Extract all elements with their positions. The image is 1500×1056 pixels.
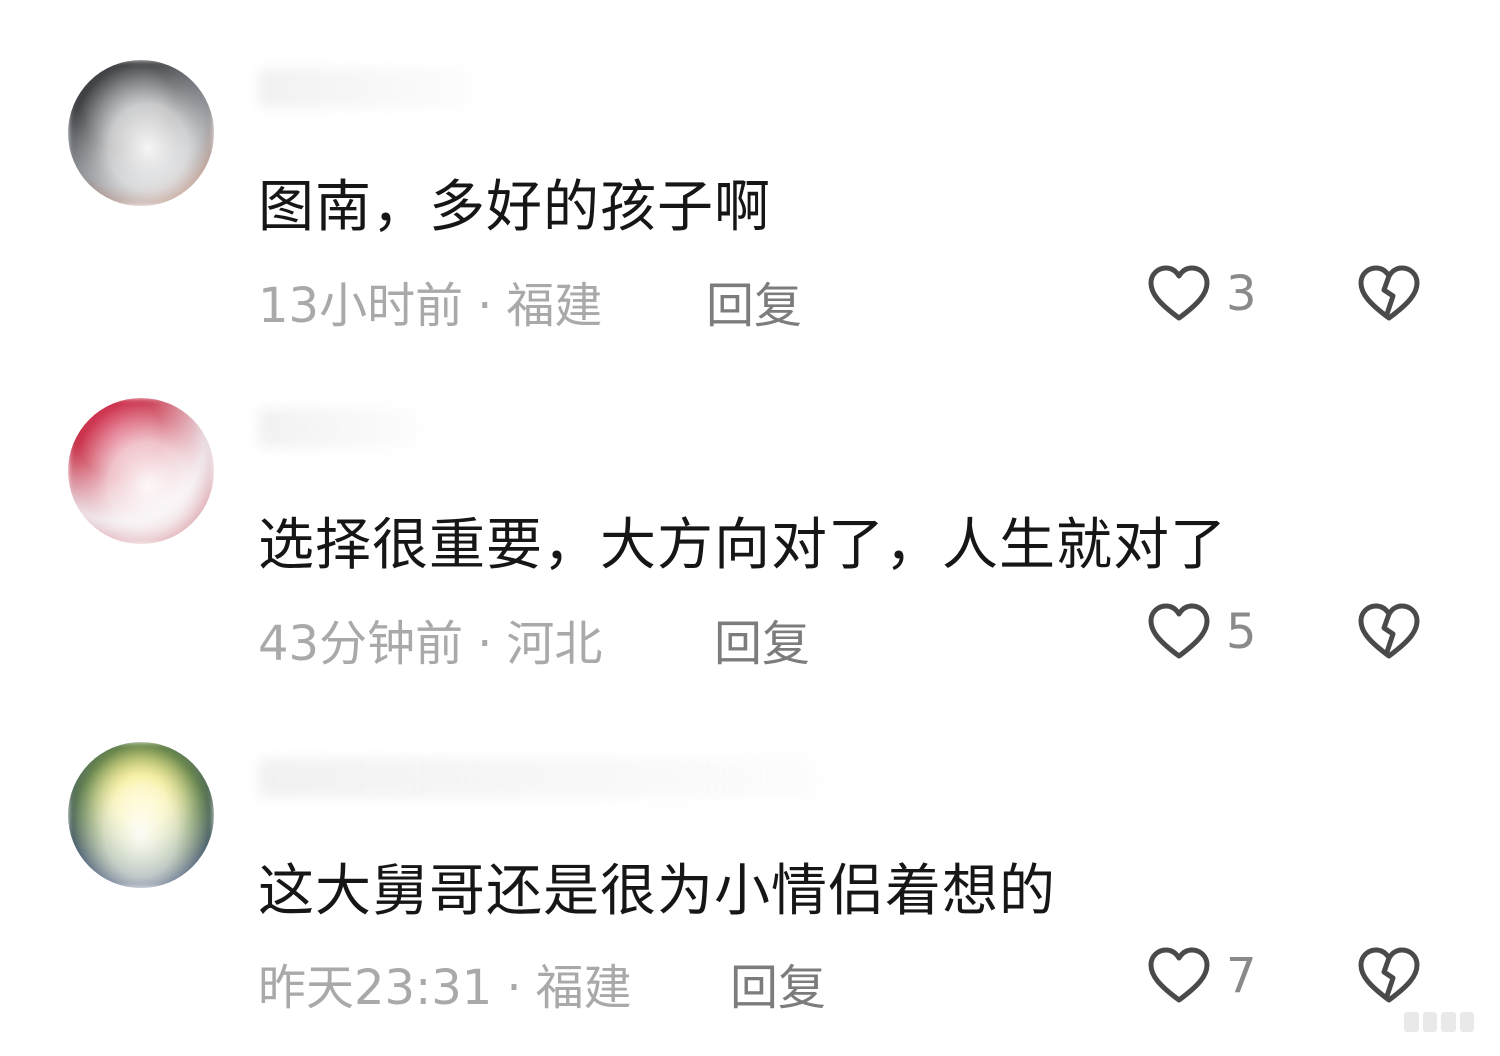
username[interactable] — [258, 758, 818, 798]
separator-dot: · — [506, 960, 522, 1016]
watermark-bar — [1459, 1012, 1474, 1032]
watermark — [1404, 1012, 1474, 1032]
comment-meta: 昨天23:31 · 福建 — [258, 948, 632, 1018]
watermark-bar — [1422, 1012, 1437, 1032]
comment-text: 这大舅哥还是很为小情侣着想的 — [258, 859, 1056, 924]
watermark-bar — [1441, 1012, 1456, 1032]
comment-time: 昨天23:31 — [258, 960, 493, 1016]
comment-location: 福建 — [535, 960, 632, 1016]
comment-item: 这大舅哥还是很为小情侣着想的 昨天23:31 · 福建 回复 7 — [0, 0, 1500, 1040]
avatar[interactable] — [68, 742, 214, 888]
like-count: 7 — [1226, 948, 1257, 1004]
watermark-bar — [1404, 1012, 1419, 1032]
reply-button[interactable]: 回复 — [730, 948, 826, 1018]
dislike-button[interactable] — [1356, 946, 1422, 1010]
broken-heart-icon — [1358, 947, 1420, 1003]
heart-outline-icon — [1148, 947, 1210, 1003]
like-button[interactable]: 7 — [1146, 946, 1257, 1006]
